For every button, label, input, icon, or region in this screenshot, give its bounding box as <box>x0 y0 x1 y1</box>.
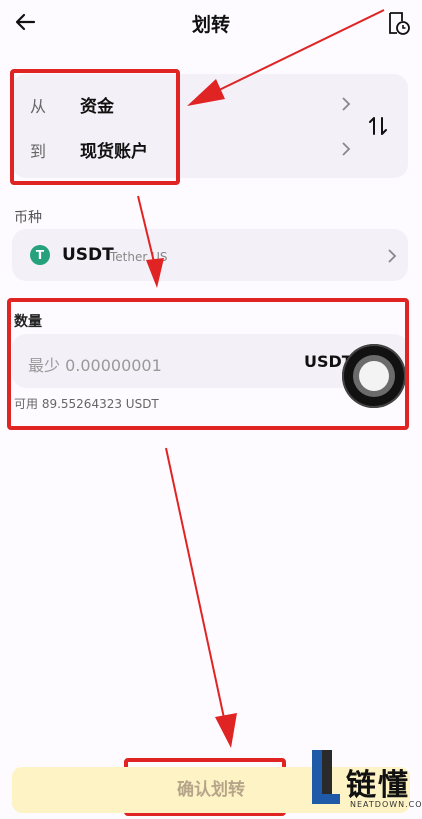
coin-name: Tether US <box>110 250 168 264</box>
chevron-right-icon[interactable] <box>386 248 398 264</box>
to-label: 到 <box>30 142 47 161</box>
to-account[interactable]: 现货账户 <box>80 137 148 162</box>
watermark-subtext: NEATDOWN.COM <box>350 800 422 809</box>
amount-section-label: 数量 <box>14 314 42 330</box>
watermark-text: 链懂 <box>346 768 410 803</box>
chevron-right-icon[interactable] <box>340 141 352 157</box>
swap-icon[interactable] <box>366 114 390 138</box>
coin-symbol: USDT <box>62 245 114 265</box>
history-icon[interactable] <box>385 10 411 36</box>
page-title: 划转 <box>191 14 230 36</box>
watermark-logo-icon <box>312 750 340 804</box>
usdt-coin-icon: T <box>30 245 50 265</box>
from-label: 从 <box>30 97 47 116</box>
chevron-right-icon[interactable] <box>340 96 352 112</box>
coin-section-label: 币种 <box>14 210 42 226</box>
assistive-touch-button[interactable] <box>342 344 406 408</box>
from-account[interactable]: 资金 <box>80 92 114 117</box>
amount-placeholder: 最少 0.00000001 <box>28 356 162 375</box>
transfer-card <box>12 74 408 178</box>
available-balance: 可用 89.55264323 USDT <box>14 397 159 411</box>
